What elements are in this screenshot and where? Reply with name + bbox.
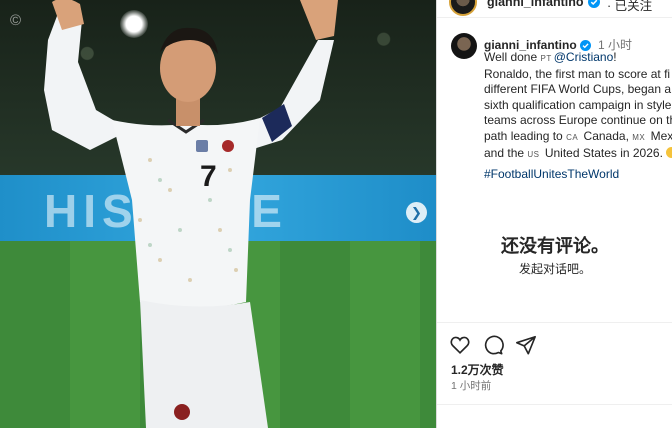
comment-icon[interactable] <box>482 334 504 356</box>
flag-usa: US <box>527 149 540 159</box>
avatar[interactable] <box>449 0 477 16</box>
shirt-number: 7 <box>200 160 217 193</box>
post-photo[interactable]: HISENSE 7 <box>0 0 436 428</box>
watermark-text: © <box>10 12 22 29</box>
caption-line-6: path leading to <box>484 128 567 143</box>
flag-canada: CA <box>566 132 579 142</box>
share-icon[interactable] <box>515 334 537 356</box>
post-details-panel: gianni_infantino · 已关注 gianni_infantino … <box>436 0 672 428</box>
next-image-button[interactable]: ❯ <box>406 202 427 223</box>
divider <box>437 322 672 323</box>
caption-line-4: sixth qualification campaign in style <box>484 97 672 112</box>
post-header: gianni_infantino · 已关注 <box>437 0 672 18</box>
no-comments-subtitle: 发起对话吧。 <box>518 262 591 276</box>
chevron-right-icon: ❯ <box>411 205 422 220</box>
caption-usa: United States in 2026. <box>541 145 667 160</box>
flag-portugal: PT <box>540 54 552 63</box>
no-comments-title: 还没有评论。 <box>501 236 609 256</box>
caption-line-2: Ronaldo, the first man to score at fi <box>484 66 671 81</box>
flag-mexico: MX <box>632 132 646 142</box>
hashtag-link[interactable]: #FootballUnitesTheWorld <box>484 167 619 181</box>
follow-status[interactable]: · 已关注 <box>607 0 652 14</box>
heart-icon[interactable] <box>449 334 471 356</box>
player-figure <box>44 0 338 428</box>
header-username[interactable]: gianni_infantino <box>487 0 584 9</box>
caption-canada: Canada, <box>580 128 633 143</box>
caption-avatar[interactable] <box>451 33 477 59</box>
likes-count[interactable]: 1.2万次赞 <box>451 361 504 378</box>
mention-cristiano[interactable]: @Cristiano <box>554 50 614 64</box>
divider <box>437 404 672 405</box>
verified-icon <box>588 0 600 8</box>
emoji-icon <box>666 146 672 158</box>
caption-line-1: Well done <box>484 50 541 64</box>
caption-punct: ! <box>613 50 617 64</box>
caption-line-7: and the <box>484 145 528 160</box>
caption-line-5: teams across Europe continue on th <box>484 113 672 128</box>
post-time[interactable]: 1 小时前 <box>451 378 491 393</box>
caption-text: Well done PT @Cristiano! Ronaldo, the fir… <box>484 50 672 162</box>
caption-mexico: Mex <box>647 128 672 143</box>
caption-line-3: different FIFA World Cups, began a <box>484 82 671 97</box>
